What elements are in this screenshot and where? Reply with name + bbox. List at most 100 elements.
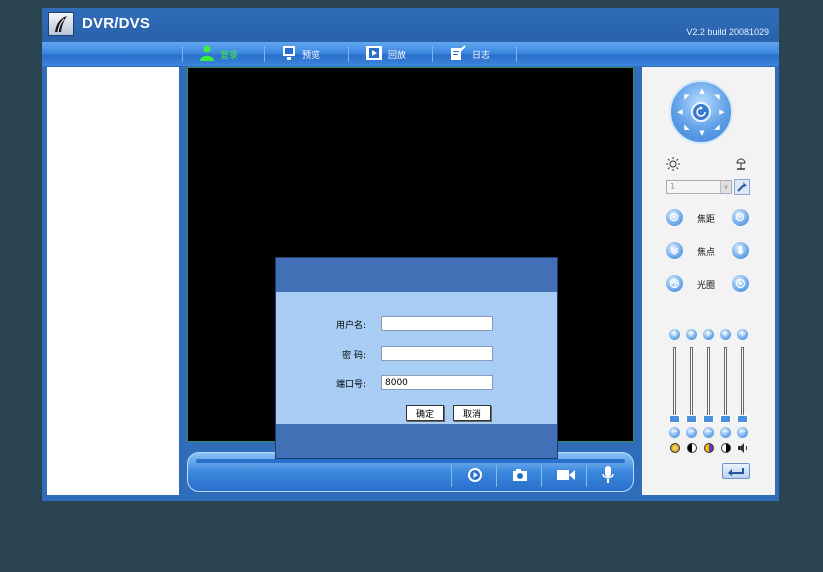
- focus-far-button[interactable]: [732, 242, 749, 259]
- password-input[interactable]: [381, 346, 493, 361]
- hue-slider[interactable]: + −: [720, 329, 732, 449]
- control-separator: [496, 465, 497, 487]
- ptz-direction-pad[interactable]: ▲ ▼ ◀ ▶ ◤ ◥ ◣ ◢: [669, 80, 733, 144]
- username-label: 用户名:: [335, 321, 366, 331]
- minus-icon[interactable]: −: [737, 427, 748, 438]
- nav-separator: [182, 46, 183, 62]
- slider-track: [673, 347, 676, 419]
- microphone-icon: [602, 466, 614, 483]
- slider-track: [741, 347, 744, 419]
- ptz-up-left-button[interactable]: ◤: [683, 93, 691, 101]
- return-icon: [728, 468, 744, 476]
- iris-close-icon: [735, 278, 746, 289]
- focus-near-icon: [670, 247, 679, 255]
- ptz-down-left-button[interactable]: ◣: [683, 123, 691, 131]
- cancel-button[interactable]: 取消: [453, 405, 491, 421]
- wiper-icon[interactable]: [734, 157, 748, 174]
- preset-select[interactable]: 1 ∨: [666, 180, 732, 194]
- username-input[interactable]: [381, 316, 493, 331]
- volume-slider[interactable]: + −: [737, 329, 749, 449]
- preset-call-button[interactable]: [734, 179, 750, 195]
- talk-button[interactable]: [594, 465, 622, 485]
- login-dialog: 用户名: 密 码: 端口号: 确定 取消: [275, 257, 558, 459]
- speaker-icon: [737, 442, 749, 457]
- minus-icon[interactable]: −: [686, 427, 697, 438]
- slider-thumb[interactable]: [686, 415, 697, 423]
- slider-thumb[interactable]: [703, 415, 714, 423]
- zoom-in-button[interactable]: [666, 209, 683, 226]
- slider-thumb[interactable]: [669, 415, 680, 423]
- plus-icon[interactable]: +: [720, 329, 731, 340]
- slider-thumb[interactable]: [737, 415, 748, 423]
- password-label: 密 码:: [342, 351, 366, 361]
- nav-item-log[interactable]: 日志: [450, 44, 490, 64]
- slider-track: [707, 347, 710, 419]
- ok-button[interactable]: 确定: [406, 405, 444, 421]
- nav-label: 日志: [472, 50, 491, 61]
- dialog-header: [276, 258, 557, 292]
- record-button[interactable]: [552, 465, 580, 485]
- ptz-right-button[interactable]: ▶: [718, 108, 726, 116]
- app-logo: [48, 12, 74, 36]
- minus-icon[interactable]: −: [720, 427, 731, 438]
- zoom-label: 焦距: [697, 215, 716, 225]
- nav-separator: [264, 46, 265, 62]
- nav-item-login[interactable]: 登录: [200, 44, 238, 64]
- nav-separator: [432, 46, 433, 62]
- zoom-out-button[interactable]: [732, 209, 749, 226]
- minus-icon[interactable]: −: [669, 427, 680, 438]
- plus-icon[interactable]: +: [669, 329, 680, 340]
- plus-icon[interactable]: +: [686, 329, 697, 340]
- nav-label: 登录: [220, 50, 239, 61]
- main-nav: 登录 预览 回放 日志: [42, 42, 779, 66]
- back-button[interactable]: [722, 463, 750, 479]
- ptz-left-button[interactable]: ◀: [676, 108, 684, 116]
- nav-item-playback[interactable]: 回放: [366, 44, 406, 64]
- iris-label: 光圈: [697, 281, 716, 291]
- log-icon: [450, 44, 466, 64]
- ptz-down-right-button[interactable]: ◢: [713, 123, 721, 131]
- slider-thumb[interactable]: [720, 415, 731, 423]
- port-input[interactable]: [381, 375, 493, 390]
- saturation-icon: [704, 443, 714, 453]
- ptz-up-right-button[interactable]: ◥: [713, 93, 721, 101]
- play-button[interactable]: [461, 465, 489, 485]
- iris-close-button[interactable]: [732, 275, 749, 292]
- dialog-footer: [276, 424, 557, 458]
- preset-icon: [737, 182, 747, 192]
- preset-value: 1: [670, 182, 676, 191]
- camera-icon: [513, 469, 527, 481]
- zoom-out-icon: [735, 212, 745, 222]
- ptz-up-button[interactable]: ▲: [698, 87, 706, 95]
- user-icon: [200, 45, 214, 64]
- ptz-auto-button[interactable]: [691, 102, 711, 122]
- nav-separator: [516, 46, 517, 62]
- contrast-slider[interactable]: + −: [686, 329, 698, 449]
- nav-label: 回放: [388, 50, 407, 61]
- brightness-slider[interactable]: + −: [669, 329, 681, 449]
- device-tree-panel[interactable]: [47, 67, 179, 495]
- iris-open-button[interactable]: [666, 275, 683, 292]
- app-title: DVR/DVS: [82, 15, 151, 32]
- slider-track: [690, 347, 693, 419]
- light-icon[interactable]: [666, 157, 680, 174]
- focus-label: 焦点: [697, 248, 716, 258]
- control-separator: [541, 465, 542, 487]
- plus-icon[interactable]: +: [737, 329, 748, 340]
- control-separator: [451, 465, 452, 487]
- saturation-slider[interactable]: + −: [703, 329, 715, 449]
- iris-open-icon: [669, 278, 680, 289]
- plus-icon[interactable]: +: [703, 329, 714, 340]
- nav-item-preview[interactable]: 预览: [282, 44, 320, 64]
- focus-far-icon: [737, 246, 744, 255]
- film-icon: [366, 45, 382, 63]
- slider-track: [724, 347, 727, 419]
- video-camera-icon: [557, 470, 575, 480]
- snapshot-button[interactable]: [506, 465, 534, 485]
- ptz-down-button[interactable]: ▼: [698, 129, 706, 137]
- play-icon: [468, 468, 482, 482]
- port-row: 端口号:: [276, 375, 557, 391]
- minus-icon[interactable]: −: [703, 427, 714, 438]
- rotate-icon: [696, 106, 706, 117]
- focus-near-button[interactable]: [666, 242, 683, 259]
